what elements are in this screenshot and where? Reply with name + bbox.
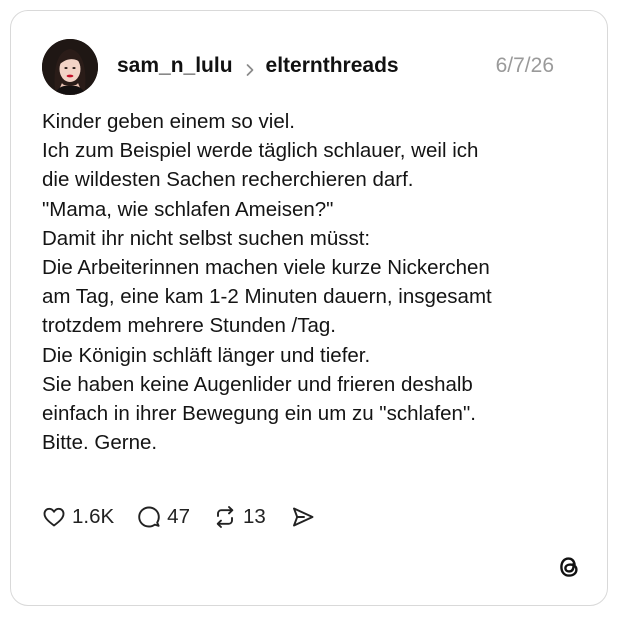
post-line: trotzdem mehrere Stunden /Tag. xyxy=(42,314,336,338)
action-bar: 1.6K 47 13 xyxy=(41,501,316,533)
repost-icon xyxy=(212,504,238,530)
post-line: Die Königin schläft länger und tiefer. xyxy=(42,343,371,367)
post-header: sam_n_lulu elternthreads xyxy=(117,51,399,81)
threads-logo-icon xyxy=(555,553,583,581)
reply-button[interactable]: 47 xyxy=(136,504,190,530)
avatar[interactable] xyxy=(42,39,98,95)
post-line: Kinder geben einem so viel. xyxy=(42,110,295,133)
send-icon xyxy=(290,504,316,530)
post-date: 6/7/26 xyxy=(495,54,554,77)
chevron-right-icon xyxy=(243,59,257,76)
like-count: 1.6K xyxy=(72,505,115,528)
post-line: am Tag, eine kam 1-2 Minuten dauern, ins… xyxy=(42,285,492,309)
post-card[interactable]: sam_n_lulu elternthreads 6/7/26 Kinder g… xyxy=(10,10,608,606)
post-line: Bitte. Gerne. xyxy=(42,431,158,455)
reply-count: 47 xyxy=(167,505,190,528)
share-button[interactable] xyxy=(290,504,316,530)
post-line: Damit ihr nicht selbst suchen müsst: xyxy=(42,226,371,250)
community-link[interactable]: elternthreads xyxy=(266,54,399,78)
post-line: "Mama, wie schlafen Ameisen?" xyxy=(42,197,334,221)
heart-icon xyxy=(41,504,67,530)
avatar-image xyxy=(42,39,98,95)
username-link[interactable]: sam_n_lulu xyxy=(117,54,233,78)
comment-icon xyxy=(136,504,162,530)
repost-button[interactable]: 13 xyxy=(212,504,266,530)
post-body: Kinder geben einem so viel. Ich zum Beis… xyxy=(42,107,582,457)
post-line: Ich zum Beispiel werde täglich schlauer,… xyxy=(42,139,479,163)
like-button[interactable]: 1.6K xyxy=(41,504,114,530)
post-line: die wildesten Sachen recherchieren darf. xyxy=(42,168,414,192)
post-line: einfach in ihrer Bewegung ein um zu "sch… xyxy=(42,402,476,426)
post-line: Die Arbeiterinnen machen viele kurze Nic… xyxy=(42,256,490,280)
post-line: Sie haben keine Augenlider und frieren d… xyxy=(42,372,473,396)
repost-count: 13 xyxy=(242,505,266,528)
